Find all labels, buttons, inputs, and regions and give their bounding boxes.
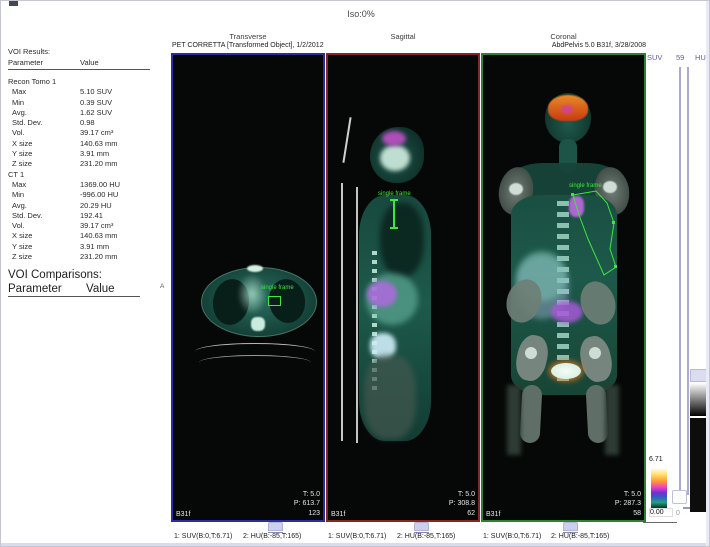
voi-comparisons-panel: VOI Comparisons: ParameterValue xyxy=(8,269,168,297)
colorbar-min-value: 0.00 xyxy=(649,508,673,517)
window-setting-hu-1[interactable]: 2: HU(B:-85,T:165) xyxy=(243,533,301,540)
param-column-header: Parameter xyxy=(8,58,80,67)
table-row: Z size231.20 mm xyxy=(8,252,160,262)
slice-info: T: 5.0 P: 613.7 123 xyxy=(294,490,320,519)
slice-position: P: 613.7 xyxy=(294,499,320,509)
series-description-transverse: PET CORRETTA [Transformed Object], 1/2/2… xyxy=(172,42,482,49)
suv-slider-handle[interactable] xyxy=(672,490,687,504)
voi-results-rows: Recon Tomo 1 Max5.10 SUV Min0.39 SUV Avg… xyxy=(8,77,160,262)
table-row: Std. Dev.0.98 xyxy=(8,118,160,128)
slice-info: T: 5.0 P: 287.3 58 xyxy=(615,490,641,519)
slice-number: 58 xyxy=(615,509,641,519)
scanner-table-line xyxy=(356,187,358,443)
colorbar-max-value: 6.71 xyxy=(649,456,671,463)
colorbar-underline xyxy=(643,522,677,523)
group-name: CT 1 xyxy=(8,170,160,180)
series-label: B31f xyxy=(176,511,190,518)
suv-slider-track[interactable] xyxy=(679,67,681,501)
slice-thickness: T: 5.0 xyxy=(294,490,320,500)
slider-zero-label: 0 xyxy=(676,510,680,517)
suv-colorbar xyxy=(651,468,667,508)
roi-annotation-label: single frame xyxy=(261,285,294,291)
window-spinner[interactable] xyxy=(268,522,283,531)
window-spinner[interactable] xyxy=(414,522,429,531)
series-label: B31f xyxy=(331,511,345,518)
table-row: Avg.1.62 SUV xyxy=(8,108,160,118)
table-row: Avg.20.29 HU xyxy=(8,201,160,211)
table-row: Min-996.00 HU xyxy=(8,190,160,200)
roi-annotation-label: single frame xyxy=(569,183,602,189)
suv-scale-value: 59 xyxy=(676,53,684,62)
window-spinner[interactable] xyxy=(563,522,578,531)
slice-position: P: 287.3 xyxy=(615,499,641,509)
table-row: X size140.63 mm xyxy=(8,231,160,241)
slice-number: 123 xyxy=(294,509,320,519)
window-edge-strip xyxy=(706,1,710,547)
table-row: Max1369.00 HU xyxy=(8,180,160,190)
slice-number: 62 xyxy=(449,509,475,519)
view-title-coronal: Coronal xyxy=(481,32,646,41)
voi-results-title: VOI Results: xyxy=(8,47,160,56)
table-row: Std. Dev.192.41 xyxy=(8,211,160,221)
voi-results-panel: VOI Results: ParameterValue Recon Tomo 1… xyxy=(8,47,160,262)
hu-scale-label: HU xyxy=(695,53,706,62)
view-title-sagittal: Sagittal xyxy=(326,32,480,41)
window-corner-mark xyxy=(9,1,18,6)
roi-marker xyxy=(393,201,395,227)
slice-thickness: T: 5.0 xyxy=(449,490,475,500)
window-setting-hu-2[interactable]: 2: HU(B:-85,T:165) xyxy=(397,533,455,540)
panel-marker: A xyxy=(160,283,164,290)
iso-level-label: Iso:0% xyxy=(301,9,421,19)
window-setting-suv-3[interactable]: 1: SUV(B:0,T:6.71) xyxy=(483,533,541,540)
table-row: X size140.63 mm xyxy=(8,139,160,149)
slice-position: P: 308.8 xyxy=(449,499,475,509)
value-column-header: Value xyxy=(80,58,99,67)
table-row: Vol.39.17 cm³ xyxy=(8,221,160,231)
voi-comparisons-header: ParameterValue xyxy=(8,283,140,297)
window-setting-hu-3[interactable]: 2: HU(B:-85,T:165) xyxy=(551,533,609,540)
suv-scale-label: SUV xyxy=(647,53,662,62)
scout-line xyxy=(342,117,351,163)
scanner-table-line xyxy=(341,183,343,441)
axial-fusion-image xyxy=(173,55,323,520)
series-label: B31f xyxy=(486,511,500,518)
roi-marker xyxy=(390,227,398,229)
table-row: Y size3.91 mm xyxy=(8,149,160,159)
pet-ct-viewer-window: Iso:0% VOI Results: ParameterValue Recon… xyxy=(0,0,710,547)
window-setting-suv-2[interactable]: 1: SUV(B:0,T:6.71) xyxy=(328,533,386,540)
table-row: Vol.39.17 cm³ xyxy=(8,128,160,138)
viewport-coronal[interactable]: single frame B31f T: 5.0 P: 287.3 58 xyxy=(481,53,646,522)
group-name: Recon Tomo 1 xyxy=(8,77,160,87)
viewport-sagittal[interactable]: single frame B31f T: 5.0 P: 308.8 62 xyxy=(326,53,480,522)
sagittal-fusion-image xyxy=(328,55,478,520)
scanner-table-line xyxy=(199,355,311,370)
table-row: Max5.10 SUV xyxy=(8,87,160,97)
roi-marker[interactable] xyxy=(268,296,281,306)
slice-info: T: 5.0 P: 308.8 62 xyxy=(449,490,475,519)
window-edge-strip xyxy=(1,543,710,547)
table-row: Min0.39 SUV xyxy=(8,98,160,108)
table-row: Z size231.20 mm xyxy=(8,159,160,169)
roi-annotation-label: single frame xyxy=(378,191,411,197)
voi-comparisons-title: VOI Comparisons: xyxy=(8,269,168,281)
window-setting-suv-1[interactable]: 1: SUV(B:0,T:6.71) xyxy=(174,533,232,540)
roi-polygon[interactable] xyxy=(483,55,644,520)
hu-slider-track[interactable] xyxy=(687,67,689,495)
table-row: Y size3.91 mm xyxy=(8,242,160,252)
voi-results-header: ParameterValue xyxy=(8,58,150,70)
slice-thickness: T: 5.0 xyxy=(615,490,641,500)
viewport-transverse[interactable]: single frame B31f T: 5.0 P: 613.7 123 xyxy=(171,53,325,522)
series-description-coronal: AbdPelvis 5.0 B31f, 3/28/2008 xyxy=(481,42,646,49)
view-title-transverse: Transverse xyxy=(171,32,325,41)
